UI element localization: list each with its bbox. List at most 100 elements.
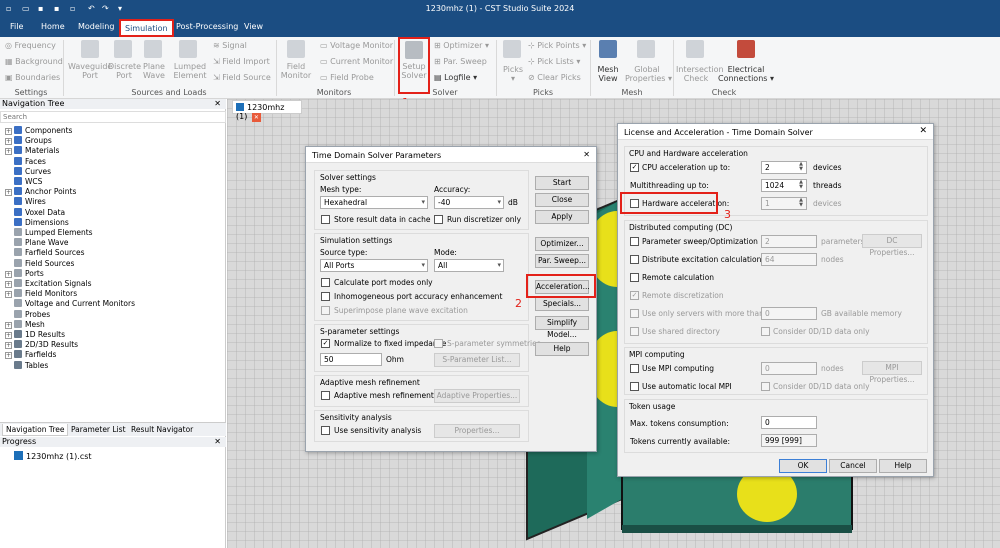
consider-0d1d-checkbox[interactable]: [761, 382, 770, 391]
cpu-acceleration-checkbox[interactable]: ✓: [630, 163, 639, 172]
signal-button[interactable]: ≋ Signal: [213, 41, 247, 50]
navigation-search-input[interactable]: [0, 111, 226, 123]
optimizer-button[interactable]: ⊞ Optimizer ▾: [434, 41, 489, 50]
dc-properties-button[interactable]: DC Properties...: [862, 234, 922, 257]
mesh-type-select[interactable]: Hexahedral ▾: [320, 196, 428, 209]
plane-wave-button[interactable]: Plane Wave: [140, 62, 168, 80]
tree-item[interactable]: + Farfields: [5, 350, 56, 360]
document-tab[interactable]: 1230mhz (1) ✕: [232, 100, 302, 122]
global-properties-icon[interactable]: [637, 40, 655, 58]
menu-home[interactable]: Home: [41, 22, 65, 31]
sensitivity-properties-button[interactable]: Properties...: [434, 424, 520, 438]
tree-item[interactable]: + Materials: [5, 146, 59, 156]
tree-item[interactable]: +2D/3D Results: [5, 340, 78, 350]
tree-item[interactable]: WCS: [5, 177, 42, 187]
tree-item[interactable]: Dimensions: [5, 217, 69, 228]
help-button[interactable]: Help: [879, 459, 927, 473]
tree-item[interactable]: + Groups: [5, 136, 52, 146]
help-button[interactable]: Help: [535, 342, 589, 356]
parameter-sweep-checkbox[interactable]: [630, 237, 639, 246]
remote-discretization-checkbox[interactable]: ✓: [630, 291, 639, 300]
run-discretizer-checkbox[interactable]: [434, 215, 443, 224]
expand-icon[interactable]: +: [5, 189, 12, 197]
discrete-port-button[interactable]: Discrete Port: [108, 62, 141, 80]
tree-item[interactable]: + Mesh: [5, 319, 45, 330]
tree-item[interactable]: + Anchor Points: [5, 187, 76, 197]
field-monitor-icon[interactable]: [287, 40, 305, 58]
expand-icon[interactable]: +: [5, 321, 12, 329]
field-probe-button[interactable]: ▭ Field Probe: [320, 73, 374, 82]
frequency-button[interactable]: ◎ Frequency: [5, 41, 56, 50]
cpu-acceleration-spinner[interactable]: 2 ▲ ▼: [761, 161, 807, 174]
background-button[interactable]: ▦ Background: [5, 57, 63, 66]
picks-button[interactable]: Picks ▾: [500, 65, 526, 83]
plane-wave-icon[interactable]: [144, 40, 162, 58]
field-source-button[interactable]: ⇲ Field Source: [213, 73, 271, 82]
tree-item[interactable]: + Ports: [5, 268, 44, 279]
discrete-port-icon[interactable]: [114, 40, 132, 58]
multithreading-spinner[interactable]: 1024 ▲ ▼: [761, 179, 807, 192]
apply-button[interactable]: Apply: [535, 210, 589, 224]
auto-local-mpi-checkbox[interactable]: [630, 382, 639, 391]
waveguide-port-button[interactable]: Waveguide Port: [68, 62, 112, 80]
expand-icon[interactable]: +: [5, 332, 12, 339]
store-cache-checkbox[interactable]: [321, 215, 330, 224]
sensitivity-checkbox[interactable]: [321, 426, 330, 435]
source-type-select[interactable]: All Ports ▾: [320, 259, 428, 272]
simplify-model-button[interactable]: Simplify Model...: [535, 316, 589, 339]
setup-solver-button[interactable]: Setup Solver: [400, 62, 428, 80]
tree-item[interactable]: Faces: [5, 156, 46, 167]
tab-navigation-tree[interactable]: Navigation Tree: [2, 424, 69, 436]
tree-item[interactable]: Voxel Data: [5, 207, 65, 218]
tree-item[interactable]: +1D Results: [5, 330, 65, 340]
tree-item[interactable]: Voltage and Current Monitors: [5, 299, 135, 309]
tree-item[interactable]: + Excitation Signals: [5, 279, 92, 289]
par-sweep-button[interactable]: Par. Sweep...: [535, 254, 589, 268]
menu-simulation[interactable]: Simulation: [119, 19, 174, 37]
close-icon[interactable]: ✕: [919, 126, 927, 136]
intersection-check-icon[interactable]: [686, 40, 704, 58]
progress-file-item[interactable]: 1230mhz (1).cst: [14, 451, 92, 461]
logfile-button[interactable]: ▤ Logfile ▾: [434, 73, 477, 82]
intersection-check-button[interactable]: Intersection Check: [676, 65, 724, 83]
setup-solver-icon[interactable]: [405, 41, 423, 59]
ok-button[interactable]: OK: [779, 459, 827, 473]
use-only-servers-checkbox[interactable]: [630, 309, 639, 318]
field-import-button[interactable]: ⇲ Field Import: [213, 57, 270, 66]
tree-item[interactable]: Curves: [5, 166, 51, 177]
parameter-sweep-spinner[interactable]: 2: [761, 235, 817, 248]
close-icon[interactable]: ✕: [583, 150, 590, 159]
tree-item[interactable]: Tables: [5, 360, 48, 371]
boundaries-button[interactable]: ▣ Boundaries: [5, 73, 60, 82]
accuracy-select[interactable]: -40 ▾: [434, 196, 504, 209]
calc-port-modes-checkbox[interactable]: [321, 278, 330, 287]
voltage-monitor-button[interactable]: ▭ Voltage Monitor: [320, 41, 393, 50]
mpi-properties-button[interactable]: MPI Properties...: [862, 361, 922, 384]
tree-item[interactable]: + Components: [5, 126, 72, 136]
specials-button[interactable]: Specials...: [535, 297, 589, 311]
tree-item[interactable]: Farfield Sources: [5, 248, 85, 258]
menu-modeling[interactable]: Modeling: [78, 22, 114, 31]
impedance-input[interactable]: 50: [320, 353, 382, 366]
mpi-nodes-input[interactable]: 0: [761, 362, 817, 375]
tree-item[interactable]: Lumped Elements: [5, 228, 93, 238]
superimpose-checkbox[interactable]: [321, 306, 330, 315]
close-icon[interactable]: ✕: [214, 437, 221, 447]
expand-icon[interactable]: +: [5, 352, 12, 360]
inhomogeneous-checkbox[interactable]: [321, 292, 330, 301]
electrical-connections-button[interactable]: Electrical Connections ▾: [718, 65, 774, 83]
distribute-excitation-checkbox[interactable]: [630, 255, 639, 264]
tree-item[interactable]: Probes: [5, 309, 50, 320]
mode-select[interactable]: All ▾: [434, 259, 504, 272]
optimizer-button[interactable]: Optimizer...: [535, 237, 589, 251]
tree-item[interactable]: Plane Wave: [5, 238, 69, 248]
remote-calculation-checkbox[interactable]: [630, 273, 639, 282]
global-properties-button[interactable]: Global Properties ▾: [625, 65, 672, 83]
picks-icon[interactable]: [503, 40, 521, 58]
sparameter-list-button[interactable]: S-Parameter List...: [434, 353, 520, 367]
field-monitor-button[interactable]: Field Monitor: [280, 62, 312, 80]
clear-picks-button[interactable]: ⊘ Clear Picks: [528, 73, 581, 82]
menu-post-processing[interactable]: Post-Processing: [176, 22, 238, 31]
waveguide-port-icon[interactable]: [81, 40, 99, 58]
distribute-excitation-spinner[interactable]: 64: [761, 253, 817, 266]
